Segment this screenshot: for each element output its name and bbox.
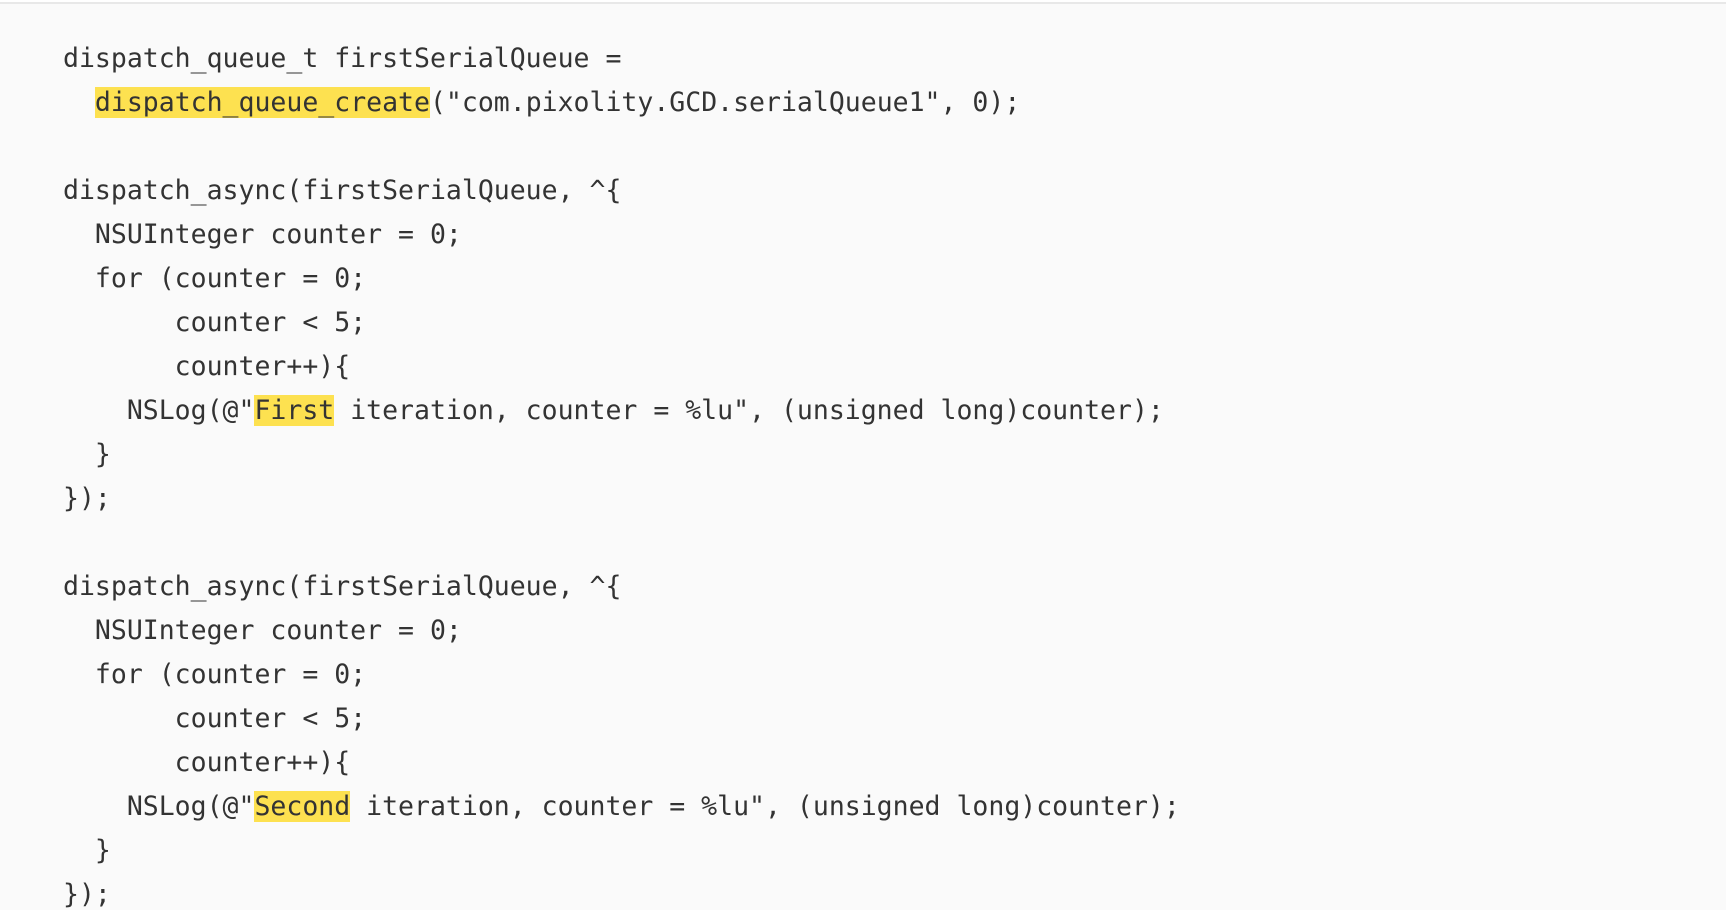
code-line: }); [63, 477, 1180, 521]
code-line: NSLog(@"First iteration, counter = %lu",… [63, 389, 1180, 433]
code-line: counter < 5; [63, 301, 1180, 345]
code-token: } [63, 439, 111, 470]
code-token: counter++){ [63, 351, 351, 382]
code-token: NSUInteger counter = 0; [63, 219, 462, 250]
search-highlight: Second [254, 791, 351, 822]
code-line: for (counter = 0; [63, 653, 1180, 697]
code-token: NSUInteger counter = 0; [63, 615, 462, 646]
search-highlight: dispatch_queue_create [94, 87, 430, 118]
code-token: ("com.pixolity.GCD.serialQueue1", 0); [429, 87, 1021, 118]
code-token: NSLog(@" [63, 395, 255, 426]
code-block: dispatch_queue_t firstSerialQueue = disp… [0, 2, 1726, 910]
search-highlight: First [254, 395, 335, 426]
code-token: }); [63, 879, 111, 910]
code-line: NSLog(@"Second iteration, counter = %lu"… [63, 785, 1180, 829]
code-line: NSUInteger counter = 0; [63, 213, 1180, 257]
code-token: iteration, counter = %lu", (unsigned lon… [334, 395, 1164, 426]
code-token: dispatch_async(firstSerialQueue, ^{ [63, 571, 622, 602]
code-token: dispatch_queue_t firstSerialQueue = [63, 43, 622, 74]
code-token: NSLog(@" [63, 791, 255, 822]
code-line: counter++){ [63, 741, 1180, 785]
code-line: counter++){ [63, 345, 1180, 389]
code-line: NSUInteger counter = 0; [63, 609, 1180, 653]
code-line: } [63, 829, 1180, 873]
code-line: } [63, 433, 1180, 477]
code-token: dispatch_async(firstSerialQueue, ^{ [63, 175, 622, 206]
code-line: dispatch_async(firstSerialQueue, ^{ [63, 169, 1180, 213]
code-token: }); [63, 483, 111, 514]
code-token: for (counter = 0; [63, 659, 367, 690]
code-token: counter < 5; [63, 703, 367, 734]
code-token: counter < 5; [63, 307, 367, 338]
code-token: iteration, counter = %lu", (unsigned lon… [350, 791, 1180, 822]
code-token: for (counter = 0; [63, 263, 367, 294]
code-line: }); [63, 873, 1180, 910]
code-text: dispatch_queue_t firstSerialQueue = disp… [63, 37, 1180, 910]
code-line: for (counter = 0; [63, 257, 1180, 301]
code-line: dispatch_queue_create("com.pixolity.GCD.… [63, 81, 1180, 125]
code-token: counter++){ [63, 747, 351, 778]
code-line: dispatch_queue_t firstSerialQueue = [63, 37, 1180, 81]
code-token: } [63, 835, 111, 866]
code-line: dispatch_async(firstSerialQueue, ^{ [63, 565, 1180, 609]
code-line: counter < 5; [63, 697, 1180, 741]
